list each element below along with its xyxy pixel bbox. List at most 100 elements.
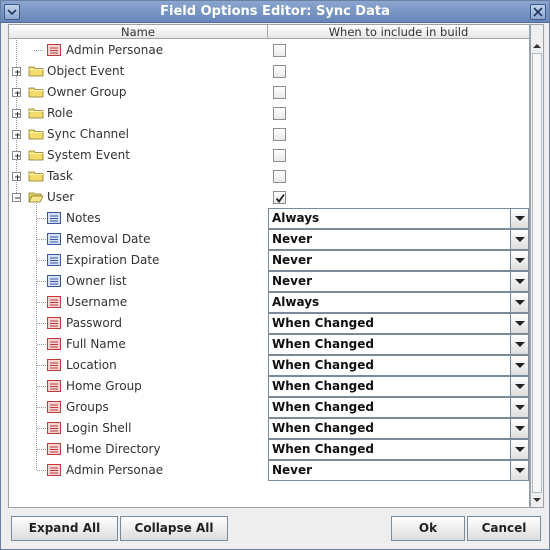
column-header-when[interactable]: When to include in build (268, 25, 529, 39)
close-icon (533, 7, 543, 17)
user-field-row[interactable]: Groups When Changed (9, 397, 529, 418)
dropdown-arrow-button[interactable] (510, 272, 528, 291)
include-when-dropdown[interactable]: When Changed (268, 355, 529, 376)
dropdown-selected-value: Never (272, 274, 313, 288)
collapse-all-button[interactable]: Collapse All (120, 516, 228, 541)
ok-button[interactable]: Ok (391, 516, 465, 541)
dropdown-arrow-button[interactable] (510, 293, 528, 312)
dropdown-arrow-button[interactable] (510, 356, 528, 375)
blue-field-icon (47, 233, 61, 245)
user-field-row[interactable]: Location When Changed (9, 355, 529, 376)
red-field-icon (47, 422, 61, 434)
tree-row[interactable]: Admin Personae (9, 40, 529, 61)
collapse-node-icon[interactable] (12, 193, 21, 202)
dropdown-selected-value: When Changed (272, 316, 374, 330)
window-close-button[interactable] (530, 4, 546, 20)
scroll-up-button[interactable] (531, 39, 543, 53)
chevron-down-icon (515, 258, 525, 263)
include-checkbox[interactable] (273, 170, 286, 183)
user-field-row[interactable]: Password When Changed (9, 313, 529, 334)
include-checkbox[interactable] (273, 149, 286, 162)
dropdown-arrow-button[interactable] (510, 377, 528, 396)
include-when-dropdown[interactable]: When Changed (268, 439, 529, 460)
expand-node-icon[interactable] (12, 130, 21, 139)
dropdown-arrow-button[interactable] (510, 398, 528, 417)
red-field-icon (47, 338, 61, 350)
tree-row[interactable]: Task (9, 166, 529, 187)
field-options-table: Name When to include in build Admin Pers… (8, 24, 530, 508)
dropdown-arrow-button[interactable] (510, 461, 528, 480)
expand-node-icon[interactable] (12, 151, 21, 160)
include-when-dropdown[interactable]: When Changed (268, 313, 529, 334)
cancel-button[interactable]: Cancel (467, 516, 541, 541)
dropdown-arrow-button[interactable] (510, 419, 528, 438)
title-bar[interactable]: Field Options Editor: Sync Data (1, 1, 549, 23)
red-field-icon (47, 359, 61, 371)
include-when-dropdown[interactable]: Never (268, 229, 529, 250)
user-field-row[interactable]: Notes Always (9, 208, 529, 229)
expand-node-icon[interactable] (12, 172, 21, 181)
tree-connector (37, 281, 46, 282)
scroll-down-button[interactable] (531, 493, 543, 507)
folder-icon (28, 107, 44, 119)
dropdown-arrow-button[interactable] (510, 335, 528, 354)
dropdown-selected-value: Always (272, 211, 320, 225)
include-checkbox[interactable] (273, 86, 286, 99)
include-when-dropdown[interactable]: Always (268, 292, 529, 313)
tree-row[interactable]: Sync Channel (9, 124, 529, 145)
user-field-row[interactable]: Full Name When Changed (9, 334, 529, 355)
vertical-scrollbar[interactable] (530, 24, 544, 508)
tree-connector (37, 218, 46, 219)
expand-node-icon[interactable] (12, 88, 21, 97)
include-when-dropdown[interactable]: When Changed (268, 376, 529, 397)
user-field-row[interactable]: Home Directory When Changed (9, 439, 529, 460)
user-field-row[interactable]: Removal Date Never (9, 229, 529, 250)
window-title: Field Options Editor: Sync Data (160, 4, 390, 19)
user-field-row[interactable]: Owner list Never (9, 271, 529, 292)
tree-row[interactable]: Role (9, 103, 529, 124)
include-when-dropdown[interactable]: When Changed (268, 334, 529, 355)
include-when-dropdown[interactable]: When Changed (268, 418, 529, 439)
dropdown-arrow-button[interactable] (510, 314, 528, 333)
dropdown-arrow-button[interactable] (510, 230, 528, 249)
user-field-row[interactable]: Expiration Date Never (9, 250, 529, 271)
tree-row[interactable]: Owner Group (9, 82, 529, 103)
user-field-row[interactable]: Home Group When Changed (9, 376, 529, 397)
tree-row[interactable]: User (9, 187, 529, 208)
include-when-dropdown[interactable]: Never (268, 460, 529, 481)
dropdown-arrow-button[interactable] (510, 440, 528, 459)
dropdown-arrow-button[interactable] (510, 251, 528, 270)
include-when-dropdown[interactable]: Always (268, 208, 529, 229)
user-field-row[interactable]: Login Shell When Changed (9, 418, 529, 439)
chevron-down-icon (515, 321, 525, 326)
scrollbar-thumb[interactable] (532, 53, 542, 493)
expand-node-icon[interactable] (12, 109, 21, 118)
user-field-row[interactable]: Username Always (9, 292, 529, 313)
include-when-dropdown[interactable]: Never (268, 271, 529, 292)
tree-row-label: Object Event (47, 64, 125, 78)
tree-row-label: Admin Personae (66, 43, 164, 57)
dropdown-arrow-button[interactable] (510, 209, 528, 228)
field-label: Groups (66, 400, 109, 414)
tree-row[interactable]: Object Event (9, 61, 529, 82)
user-field-row[interactable]: Admin Personae Never (9, 460, 529, 481)
expand-all-button[interactable]: Expand All (11, 516, 118, 541)
tree-row[interactable]: System Event (9, 145, 529, 166)
include-when-dropdown[interactable]: When Changed (268, 397, 529, 418)
include-checkbox[interactable] (273, 65, 286, 78)
include-checkbox[interactable] (273, 128, 286, 141)
include-when-dropdown[interactable]: Never (268, 250, 529, 271)
chevron-down-icon (515, 363, 525, 368)
include-checkbox[interactable] (273, 191, 286, 204)
expand-node-icon[interactable] (12, 67, 21, 76)
red-field-icon (47, 464, 61, 476)
tree-row-label: Task (47, 169, 73, 183)
include-checkbox[interactable] (273, 44, 286, 57)
tree-connector (37, 323, 46, 324)
red-field-icon (47, 317, 61, 329)
dropdown-selected-value: Never (272, 463, 313, 477)
include-checkbox[interactable] (273, 107, 286, 120)
folder-icon (28, 170, 44, 182)
chevron-down-icon (515, 468, 525, 473)
column-header-name[interactable]: Name (9, 25, 268, 39)
